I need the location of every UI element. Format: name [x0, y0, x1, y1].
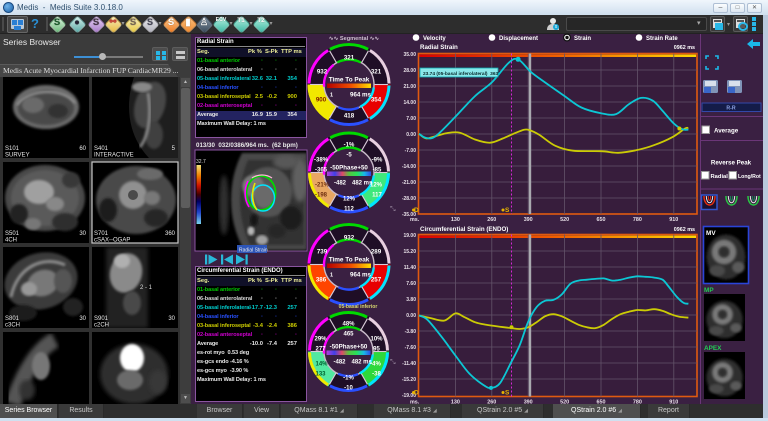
svg-text:S901: S901: [94, 316, 109, 322]
svg-text:60: 60: [79, 146, 86, 152]
svg-text:S501: S501: [5, 231, 20, 237]
svg-text:MP: MP: [704, 287, 714, 294]
svg-text:4CH: 4CH: [5, 238, 17, 244]
svg-text:30: 30: [168, 316, 175, 322]
svg-text:S801: S801: [5, 316, 20, 322]
svg-text:S101: S101: [5, 146, 20, 152]
svg-text:S401: S401: [94, 146, 109, 152]
svg-text:SURVEY: SURVEY: [5, 153, 30, 159]
svg-text:360: 360: [165, 231, 176, 237]
svg-text:cSAX--OGAP: cSAX--OGAP: [94, 238, 130, 244]
svg-text:c3CH: c3CH: [5, 323, 20, 329]
svg-text:2 - 1: 2 - 1: [140, 285, 153, 291]
svg-text:30: 30: [79, 316, 86, 322]
svg-text:30: 30: [79, 231, 86, 237]
svg-text:APEX: APEX: [704, 345, 722, 352]
svg-text:c2CH: c2CH: [94, 323, 109, 329]
svg-text:S701: S701: [94, 231, 109, 237]
svg-text:Radial Strain: Radial Strain: [239, 248, 268, 254]
svg-text:INTERACTIVE: INTERACTIVE: [94, 153, 134, 159]
svg-text:MV: MV: [706, 230, 716, 237]
svg-text:32.7: 32.7: [196, 159, 206, 165]
